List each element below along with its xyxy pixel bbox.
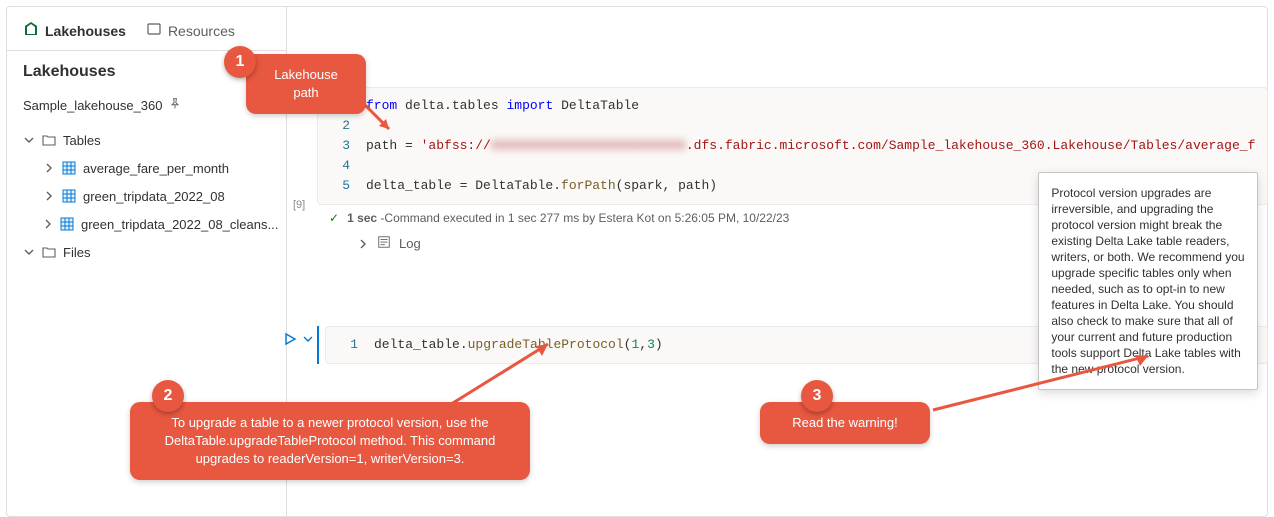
callout-badge-1: 1 <box>224 46 256 78</box>
arrow-icon <box>928 350 1158 420</box>
run-button[interactable] <box>283 332 313 346</box>
callout-2: To upgrade a table to a newer protocol v… <box>130 402 530 480</box>
lakehouse-row[interactable]: Sample_lakehouse_360 <box>7 89 286 122</box>
tab-lakehouses[interactable]: Lakehouses <box>23 21 126 40</box>
log-icon <box>377 235 391 252</box>
lakehouse-name: Sample_lakehouse_360 <box>23 98 163 113</box>
chevron-down-icon[interactable] <box>303 334 313 344</box>
table-icon <box>59 216 75 232</box>
resources-icon <box>146 21 162 40</box>
tree-table-item[interactable]: green_tripdata_2022_08 <box>7 182 286 210</box>
tree-table-item[interactable]: average_fare_per_month <box>7 154 286 182</box>
tree-label: green_tripdata_2022_08 <box>83 189 225 204</box>
callout-badge-2: 2 <box>152 380 184 412</box>
tree-label: Files <box>63 245 90 260</box>
chevron-right-icon <box>43 190 55 202</box>
callout-3: Read the warning! <box>760 402 930 444</box>
tree-files[interactable]: Files <box>7 238 286 266</box>
pin-icon[interactable] <box>169 98 181 113</box>
chevron-down-icon <box>23 134 35 146</box>
tab-label: Resources <box>168 23 235 39</box>
tree-table-item[interactable]: green_tripdata_2022_08_cleans... <box>7 210 286 238</box>
tree-label: green_tripdata_2022_08_cleans... <box>81 217 278 232</box>
callout-badge-3: 3 <box>801 380 833 412</box>
chevron-right-icon <box>43 218 53 230</box>
cell-exec-count: [9] <box>293 199 305 211</box>
tree-tables[interactable]: Tables <box>7 126 286 154</box>
chevron-right-icon <box>43 162 55 174</box>
folder-icon <box>41 244 57 260</box>
tree: Tables average_fare_per_month green_trip… <box>7 122 286 270</box>
sidebar-tabs: Lakehouses Resources <box>7 7 286 51</box>
callout-1: Lakehouse path <box>246 54 366 114</box>
chevron-right-icon <box>357 238 369 250</box>
tab-label: Lakehouses <box>45 23 126 39</box>
chevron-down-icon <box>23 246 35 258</box>
tab-resources[interactable]: Resources <box>146 21 235 40</box>
folder-icon <box>41 132 57 148</box>
tree-label: Tables <box>63 133 101 148</box>
tree-label: average_fare_per_month <box>83 161 229 176</box>
lakehouse-icon <box>23 21 39 40</box>
table-icon <box>61 188 77 204</box>
log-label: Log <box>399 236 421 251</box>
check-icon: ✓ <box>329 211 339 225</box>
table-icon <box>61 160 77 176</box>
